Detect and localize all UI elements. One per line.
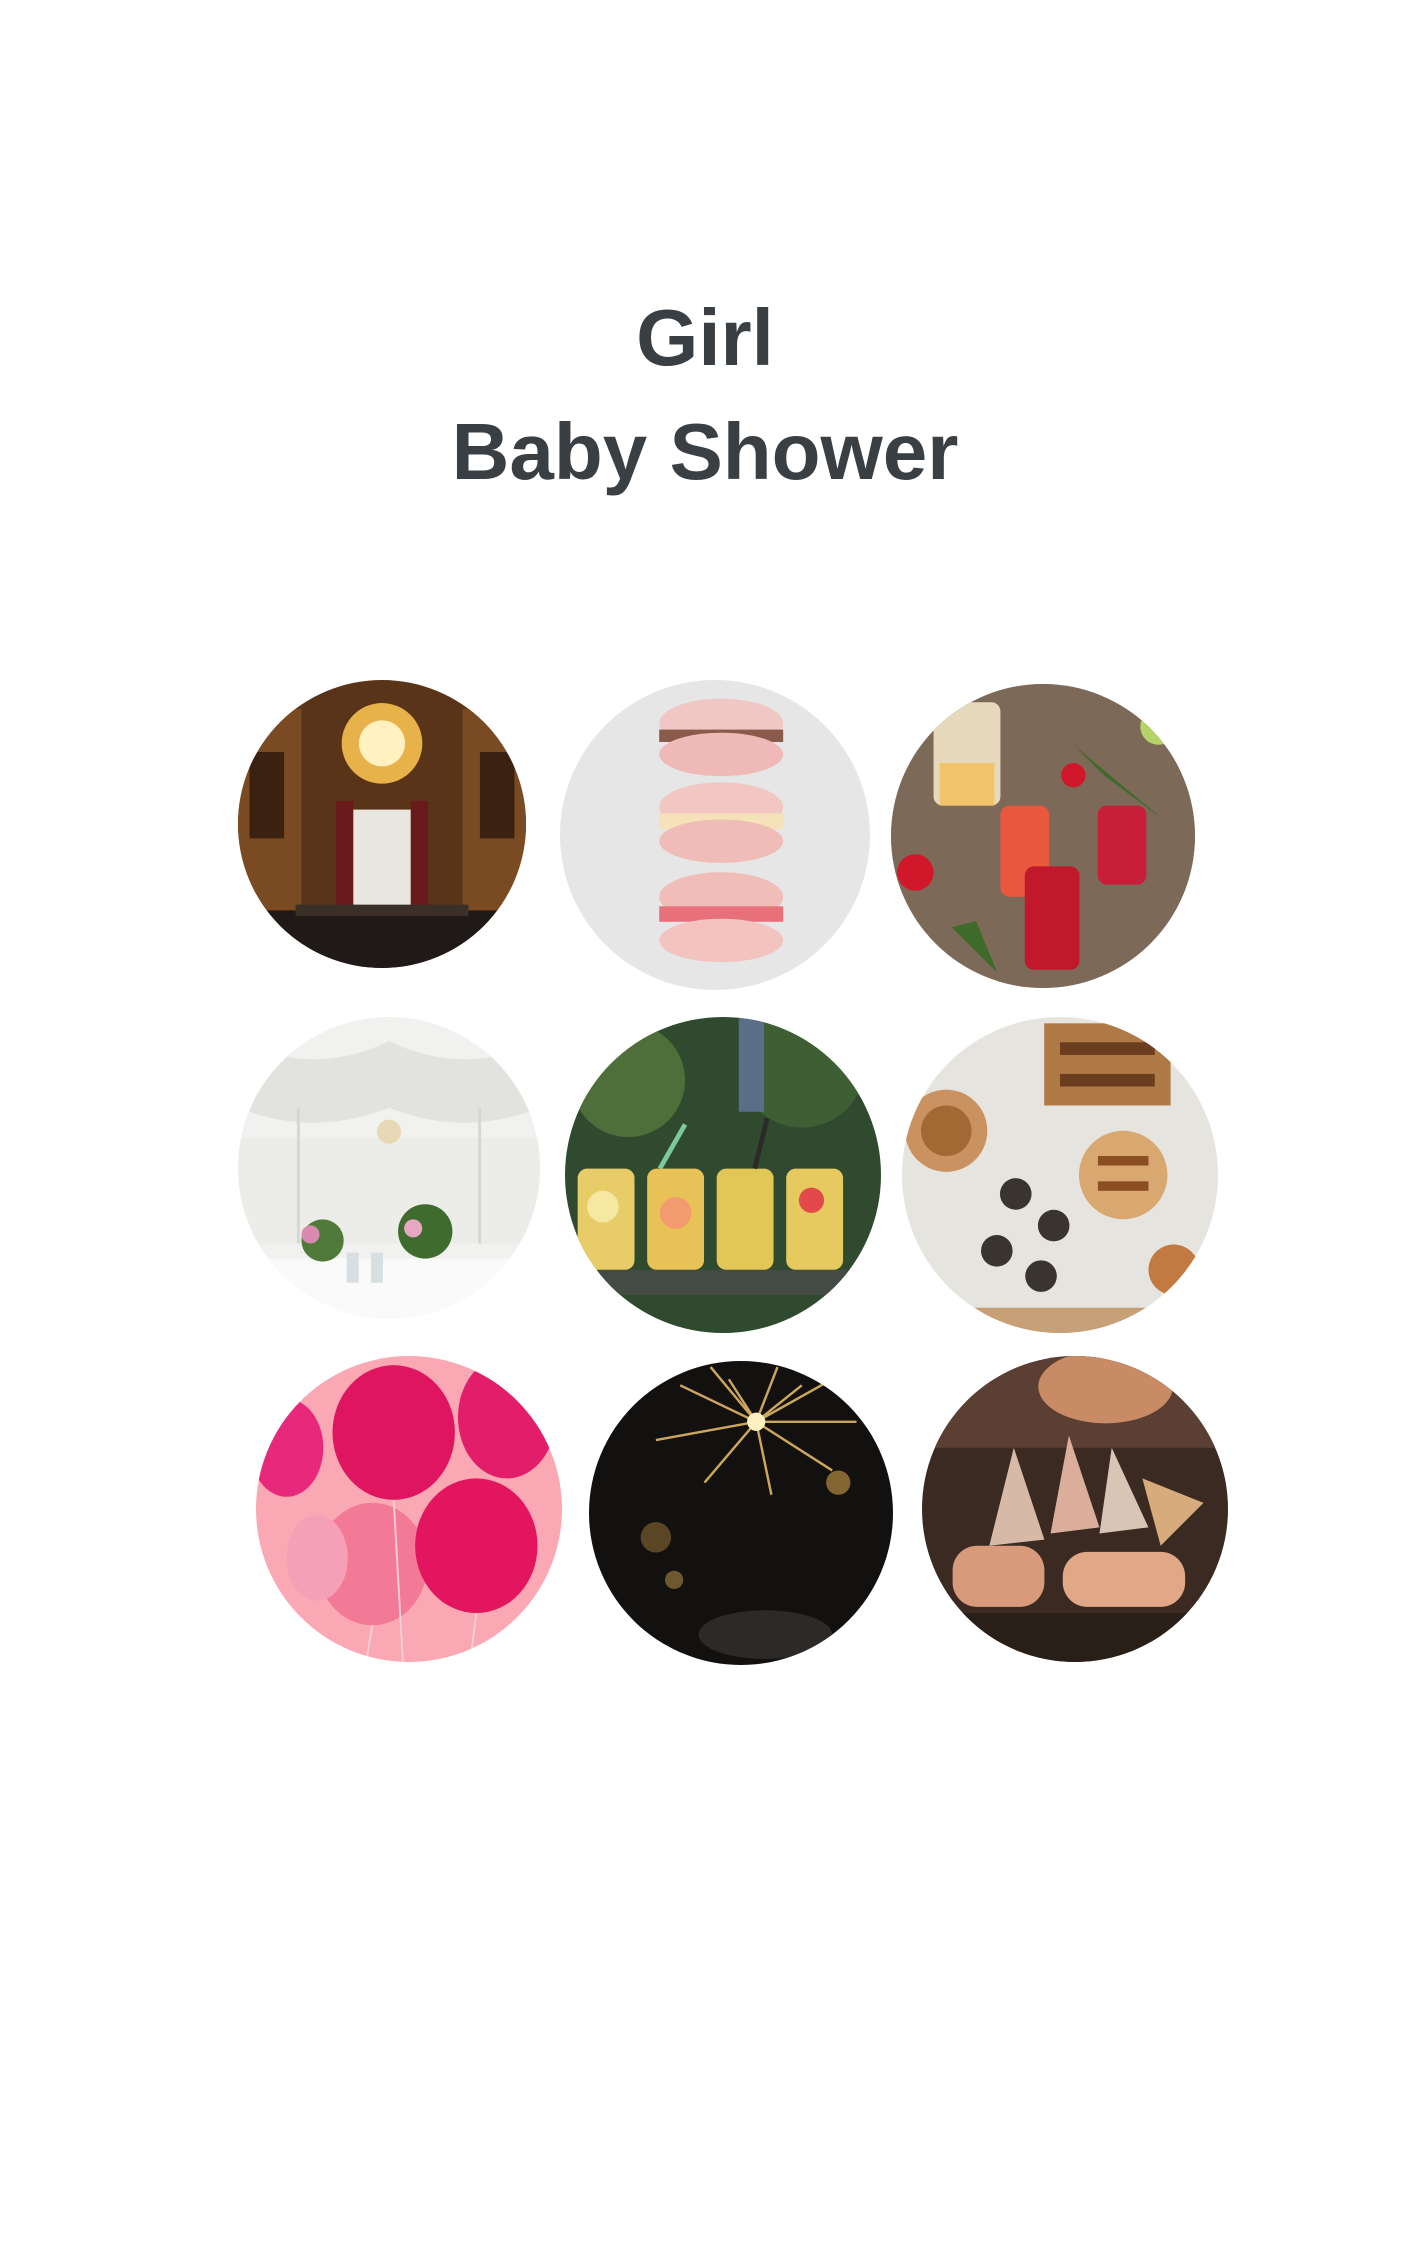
photo-chandelier-ballroom [238, 680, 526, 968]
photo-macaron-stack [560, 680, 870, 990]
photo-lemonade-jars [565, 1017, 881, 1333]
photo-toasting-glasses [922, 1356, 1228, 1662]
photo-fireworks [589, 1361, 893, 1665]
photo-snack-platter [902, 1017, 1218, 1333]
title-line-2: Baby Shower [451, 407, 959, 496]
photo-tent-table-setting [238, 1017, 540, 1319]
photo-berry-cocktails [891, 684, 1195, 988]
title-line-1: Girl [636, 293, 774, 382]
photo-pink-balloons [256, 1356, 562, 1662]
